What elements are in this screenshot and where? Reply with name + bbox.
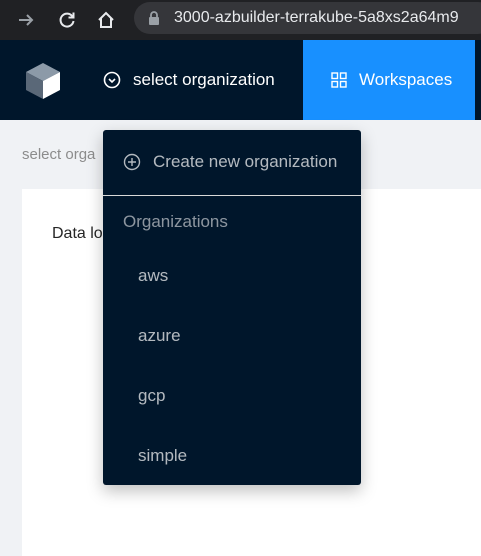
- app-header: select organization Workspaces: [0, 40, 481, 120]
- cube-logo-icon[interactable]: [24, 61, 62, 106]
- organization-item-azure[interactable]: azure: [103, 316, 361, 356]
- organization-item-simple[interactable]: simple: [103, 436, 361, 476]
- organization-item-gcp[interactable]: gcp: [103, 376, 361, 416]
- create-organization-button[interactable]: Create new organization: [103, 130, 361, 194]
- tab-workspaces[interactable]: Workspaces: [303, 40, 475, 120]
- home-icon[interactable]: [92, 6, 120, 34]
- address-bar[interactable]: 3000-azbuilder-terrakube-5a8xs2a64m9: [134, 2, 481, 34]
- dropdown-divider: [103, 195, 361, 196]
- dropdown-group-title: Organizations: [123, 212, 228, 231]
- reload-icon[interactable]: [53, 6, 81, 34]
- create-organization-label: Create new organization: [153, 152, 338, 171]
- card-text: Data lo: [52, 225, 103, 242]
- header-edge: [475, 40, 481, 120]
- organization-dropdown: Create new organization Organizations aw…: [103, 130, 361, 485]
- lock-icon: [148, 11, 160, 30]
- forward-arrow-icon[interactable]: [12, 6, 40, 34]
- organization-item-aws[interactable]: aws: [103, 256, 361, 296]
- organization-selector-label: select organization: [133, 70, 275, 89]
- breadcrumb: select orga: [22, 146, 96, 163]
- organization-selector[interactable]: select organization: [86, 40, 292, 120]
- plus-circle-icon: [123, 153, 141, 171]
- tab-workspaces-label: Workspaces: [359, 70, 453, 89]
- clock-icon: [103, 71, 121, 89]
- browser-toolbar: 3000-azbuilder-terrakube-5a8xs2a64m9: [0, 0, 481, 40]
- grid-icon: [331, 72, 347, 88]
- address-url: 3000-azbuilder-terrakube-5a8xs2a64m9: [174, 9, 459, 26]
